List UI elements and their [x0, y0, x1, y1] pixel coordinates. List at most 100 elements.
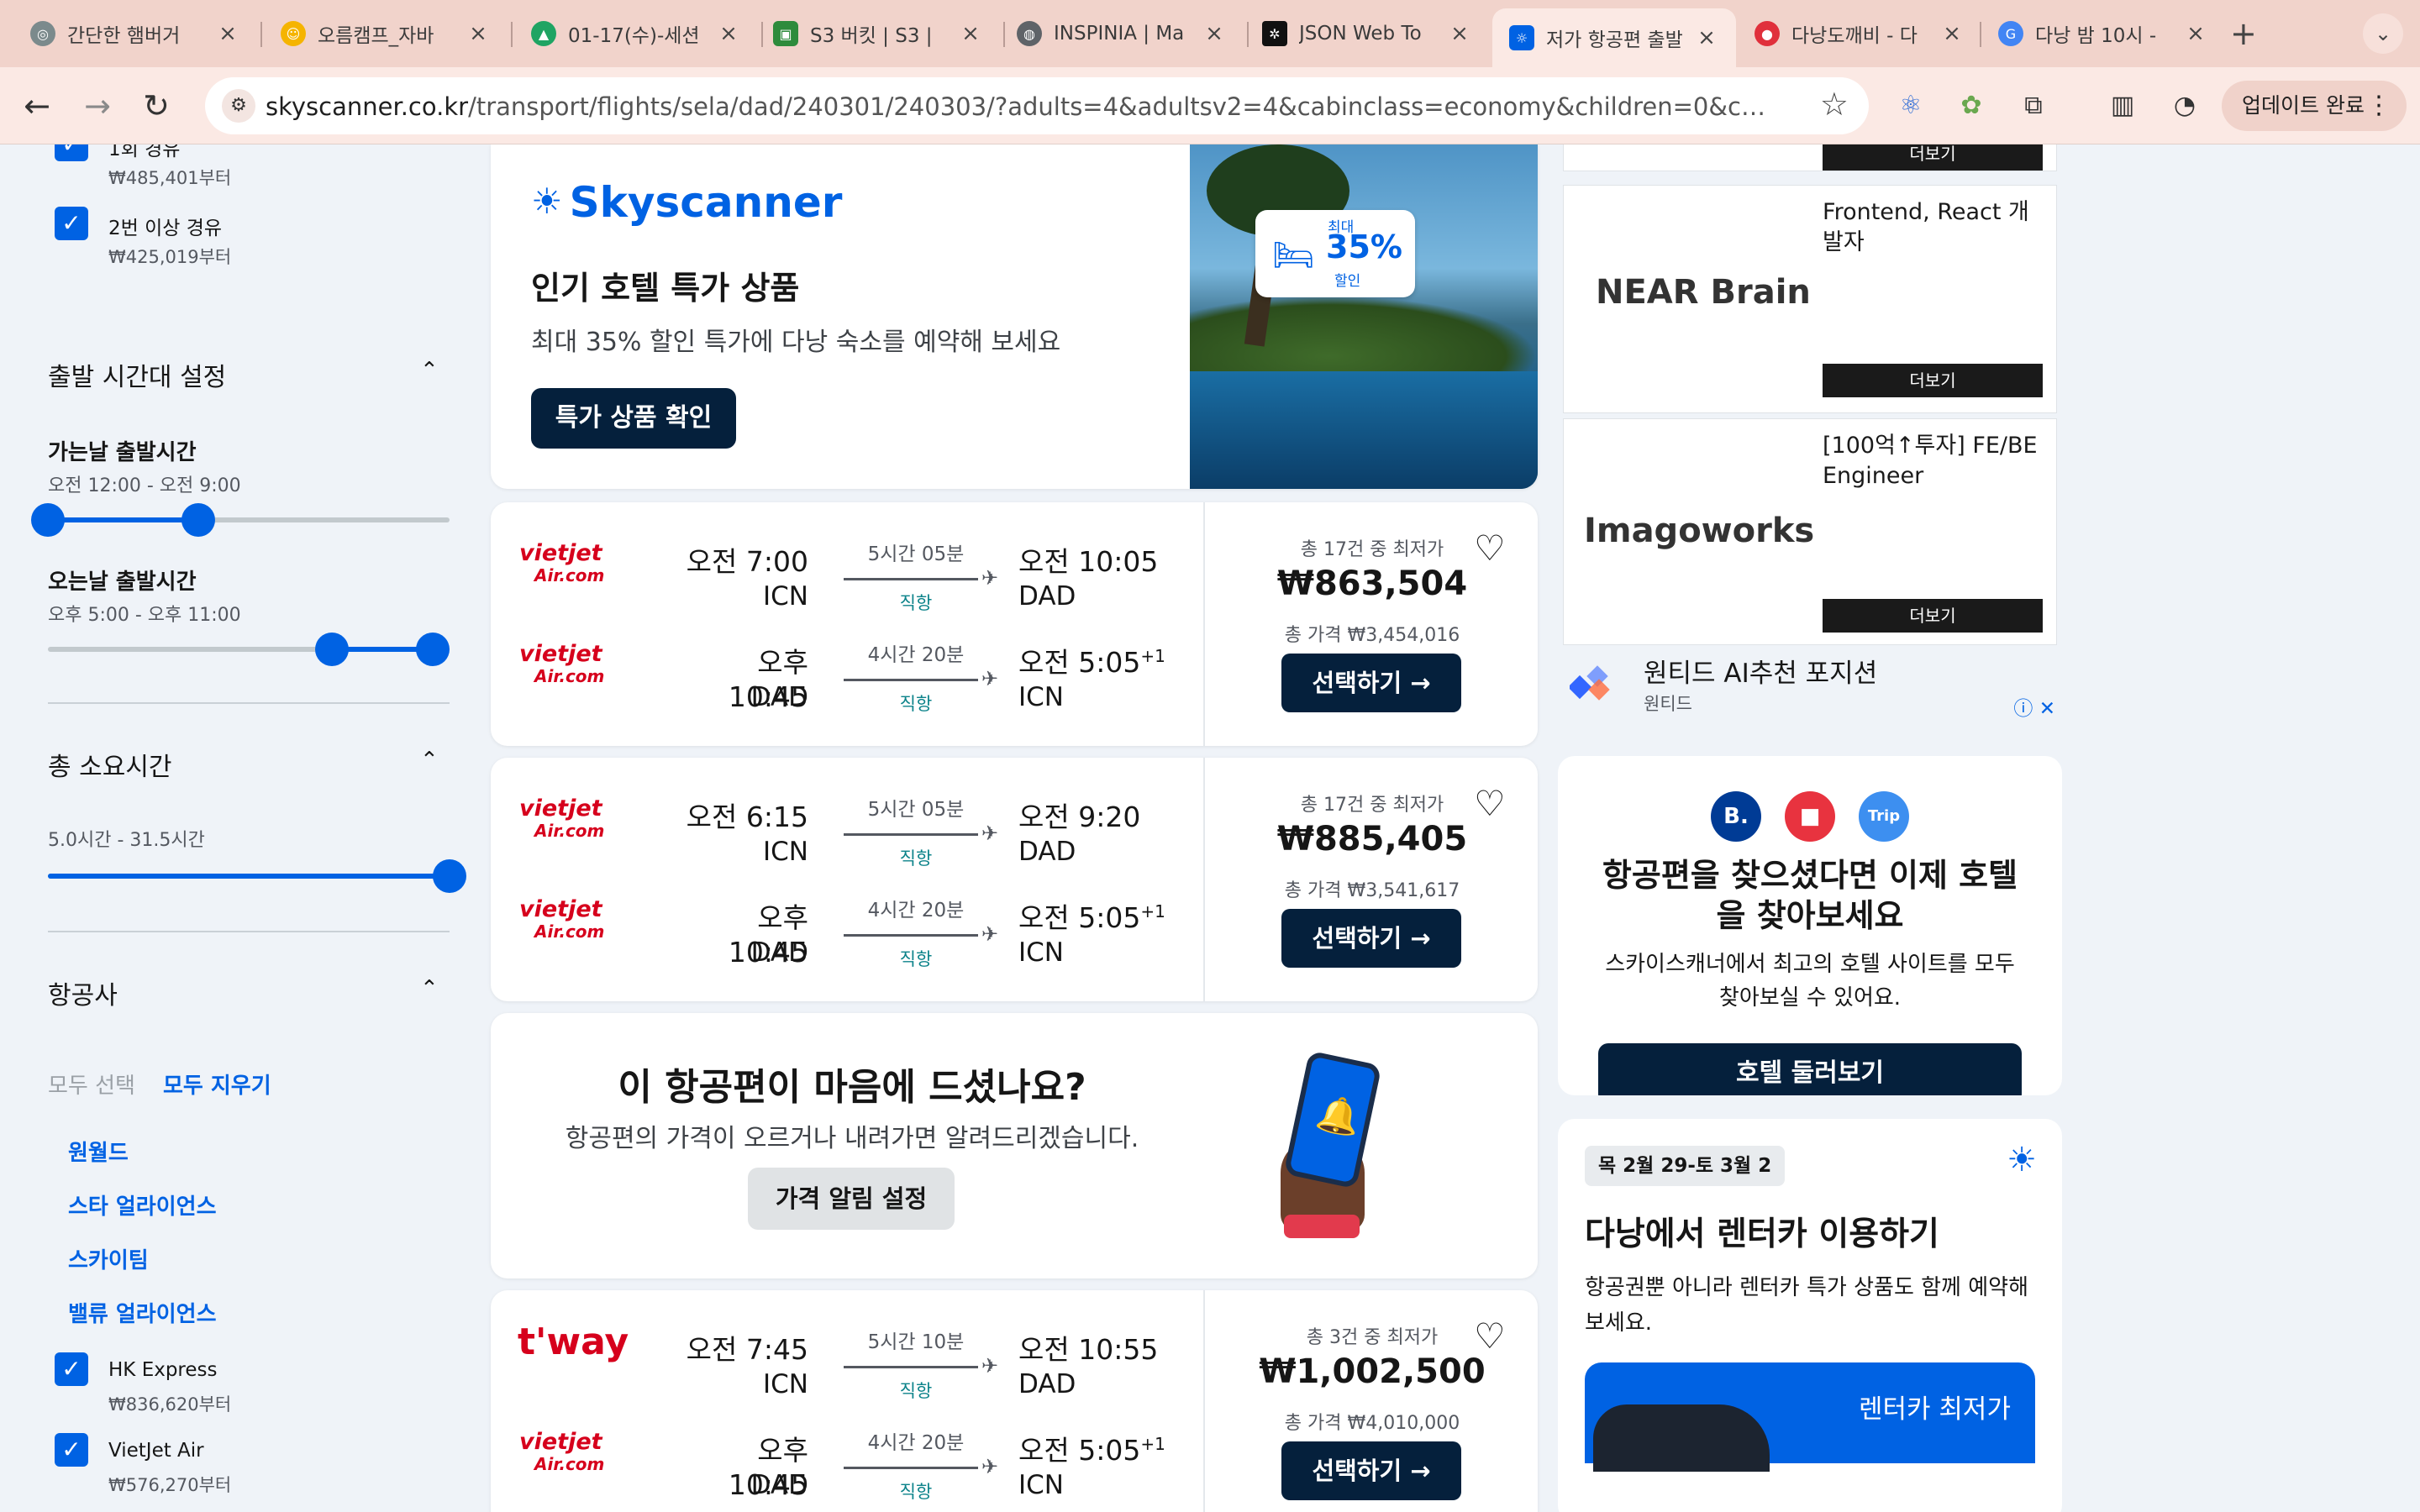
chevron-up-icon[interactable]: ⌃ [420, 976, 439, 1001]
close-icon[interactable]: × [466, 21, 491, 46]
browse-hotels-button[interactable]: 호텔 둘러보기 [1598, 1043, 2022, 1095]
select-button[interactable]: 선택하기 → [1281, 909, 1461, 968]
flight-card[interactable]: vietjet Air.com 오전 7:00 ICN 5시간 05분 ✈ 직항 … [491, 502, 1538, 746]
car-card-subtitle-1: 항공권뿐 아니라 렌터카 특가 상품도 함께 예약해 [1585, 1275, 2028, 1300]
view-deals-button[interactable]: 특가 상품 확인 [531, 388, 736, 449]
duration-slider-handle[interactable] [433, 859, 466, 893]
alliance-star[interactable]: 스타 얼라이언스 [68, 1189, 217, 1221]
close-icon[interactable]: × [2183, 21, 2208, 46]
browser-toolbar: ← → ↻ ⚙ skyscanner.co.kr/transport/fligh… [0, 67, 2420, 144]
set-price-alert-button[interactable]: 가격 알림 설정 [748, 1168, 955, 1230]
tab-7[interactable]: ● 다낭도깨비 - 다 × [1738, 8, 1981, 59]
hotel-promo-card: ☀ Skyscanner 인기 호텔 특가 상품 최대 35% 할인 특가에 다낭… [491, 144, 1538, 489]
select-all-link[interactable]: 모두 선택 [48, 1068, 135, 1100]
job-ad-imagoworks[interactable]: Imagoworks [100억↑투자] FE/BE Engineer 더보기 [1563, 418, 2057, 645]
close-icon[interactable]: × [716, 21, 741, 46]
flight-card[interactable]: vietjet Air.com 오전 6:15 ICN 5시간 05분 ✈ 직항 … [491, 758, 1538, 1001]
close-icon[interactable]: × [1202, 21, 1227, 46]
tab-2[interactable]: ▲ 01-17(수)-세션 × [514, 8, 758, 59]
flight-duration: 5시간 10분 [867, 1331, 965, 1353]
tab-6-active[interactable]: ☼ 저가 항공편 출발 × [1492, 8, 1736, 67]
stops-label: 직항 [899, 694, 933, 714]
forward-arrow-icon[interactable]: → [76, 84, 119, 128]
tab-8[interactable]: G 다낭 밤 10시 - × [1981, 8, 2225, 59]
outbound-slider-max-handle[interactable] [182, 503, 216, 537]
skyscanner-sun-icon: ☀ [531, 181, 563, 222]
chevron-up-icon[interactable]: ⌃ [420, 748, 439, 773]
skyscanner-logo: ☀ Skyscanner [531, 178, 842, 227]
airline-hkexpress-checkbox[interactable]: ✓ [55, 1352, 88, 1386]
stops-2-checkbox[interactable]: ✓ [55, 207, 88, 240]
car-rental-banner[interactable]: 렌터카 최저가 [1585, 1362, 2035, 1472]
tab-5[interactable]: ✲ JSON Web To × [1245, 8, 1489, 59]
job-ad-text: Frontend, React 개발자 [1823, 199, 2029, 255]
more-button[interactable]: 더보기 [1823, 599, 2043, 633]
tab-0[interactable]: ◎ 간단한 햄버거 × [13, 8, 257, 59]
profile-glasses-icon[interactable]: ◔ [2165, 86, 2205, 126]
react-devtools-icon[interactable]: ⚛ [1891, 86, 1931, 126]
job-ad-partial[interactable]: 더보기 [1563, 144, 2057, 171]
address-bar[interactable]: ⚙ skyscanner.co.kr/transport/flights/sel… [205, 77, 1869, 134]
return-slider-track[interactable] [48, 647, 450, 652]
job-ad-near-brain[interactable]: NEAR Brain Frontend, React 개발자 더보기 [1563, 185, 2057, 413]
stops-1-checkbox[interactable]: ✓ [55, 144, 88, 161]
extensions-puzzle-icon[interactable]: ⧉ [2013, 86, 2054, 126]
url-text[interactable]: skyscanner.co.kr/transport/flights/sela/… [266, 92, 1778, 121]
page-content: ✓ 1회 경유 ₩485,401부터 ✓ 2번 이상 경유 ₩425,019부터… [0, 144, 2420, 1512]
tab-4[interactable]: ◍ INSPINIA | Ma × [1000, 8, 1244, 59]
departure-time-section-title[interactable]: 출발 시간대 설정 [48, 356, 226, 393]
extension-icon[interactable]: ✿ [1951, 86, 1991, 126]
logo-subtext: Air.com [534, 666, 605, 686]
tab-3[interactable]: ▣ S3 버킷 | S3 | × [756, 8, 1000, 59]
arrive-time-text: 오전 5:05 [1018, 901, 1141, 934]
logo-text: vietjet [519, 896, 602, 922]
side-panel-icon[interactable]: ▥ [2102, 86, 2143, 126]
clear-all-link[interactable]: 모두 지우기 [163, 1068, 271, 1100]
new-tab-button[interactable]: + [2230, 15, 2257, 52]
outbound-slider-track[interactable] [48, 517, 450, 522]
more-button[interactable]: 더보기 [1823, 144, 2043, 171]
tab-divider [511, 22, 513, 47]
close-icon[interactable]: × [958, 21, 983, 46]
close-icon[interactable]: × [1939, 21, 1965, 46]
select-button[interactable]: 선택하기 → [1281, 654, 1461, 712]
reload-icon[interactable]: ↻ [134, 84, 178, 128]
flight-card[interactable]: t'way 오전 7:45 ICN 5시간 10분 ✈ 직항 오전 10:55 … [491, 1290, 1538, 1512]
return-slider-min-handle[interactable] [315, 633, 350, 666]
bookmark-star-icon[interactable]: ☆ [1820, 86, 1849, 123]
more-button[interactable]: 더보기 [1823, 364, 2043, 397]
airline-section-title[interactable]: 항공사 [48, 974, 118, 1011]
badge-bottom-text: 할인 [1334, 273, 1361, 290]
return-slider-max-handle[interactable] [415, 633, 450, 666]
stops-label: 직항 [899, 949, 933, 969]
tab-1[interactable]: ☺ 오름캠프_자바 × [264, 8, 508, 59]
flight-duration: 5시간 05분 [867, 543, 965, 565]
close-icon[interactable]: × [1447, 21, 1472, 46]
price-alert-title: 이 항공편이 마음에 드셨나요? [618, 1066, 1086, 1109]
alliance-value[interactable]: 밸류 얼라이언스 [68, 1297, 217, 1328]
depart-airport: ICN [763, 837, 808, 867]
wanted-ad-footer[interactable]: 원티드 AI추천 포지션 원티드 ⓘ ✕ [1563, 648, 2059, 720]
stops-label: 직항 [899, 593, 933, 613]
resort-pool-image: 🛏 최대 35% 할인 [1190, 144, 1538, 489]
update-button[interactable]: 업데이트 완료 ⋮ [2222, 81, 2407, 131]
discount-badge: 🛏 최대 35% 할인 [1255, 210, 1415, 297]
alliance-skyteam[interactable]: 스카이팀 [68, 1243, 149, 1274]
alliance-oneworld[interactable]: 원월드 [68, 1136, 129, 1167]
chevron-up-icon[interactable]: ⌃ [420, 358, 439, 383]
duration-section-title[interactable]: 총 소요시간 [48, 746, 172, 783]
close-icon[interactable]: × [1694, 25, 1719, 50]
more-vert-icon: ⋮ [2366, 91, 2391, 120]
site-info-icon[interactable]: ⚙ [222, 89, 255, 123]
outbound-slider-min-handle[interactable] [31, 503, 65, 537]
duration-slider-track[interactable] [48, 874, 450, 879]
depart-time: 오전 7:00 [686, 545, 808, 578]
airline-vietjet-checkbox[interactable]: ✓ [55, 1433, 88, 1467]
ad-info-close-icon[interactable]: ⓘ ✕ [2013, 692, 2055, 721]
logo-text: vietjet [519, 540, 602, 566]
select-button[interactable]: 선택하기 → [1281, 1441, 1461, 1500]
arrive-airport: DAD [1018, 1369, 1076, 1399]
close-icon[interactable]: × [215, 21, 240, 46]
tab-search-chevron-icon[interactable]: ⌄ [2363, 13, 2403, 54]
back-arrow-icon[interactable]: ← [15, 84, 59, 128]
